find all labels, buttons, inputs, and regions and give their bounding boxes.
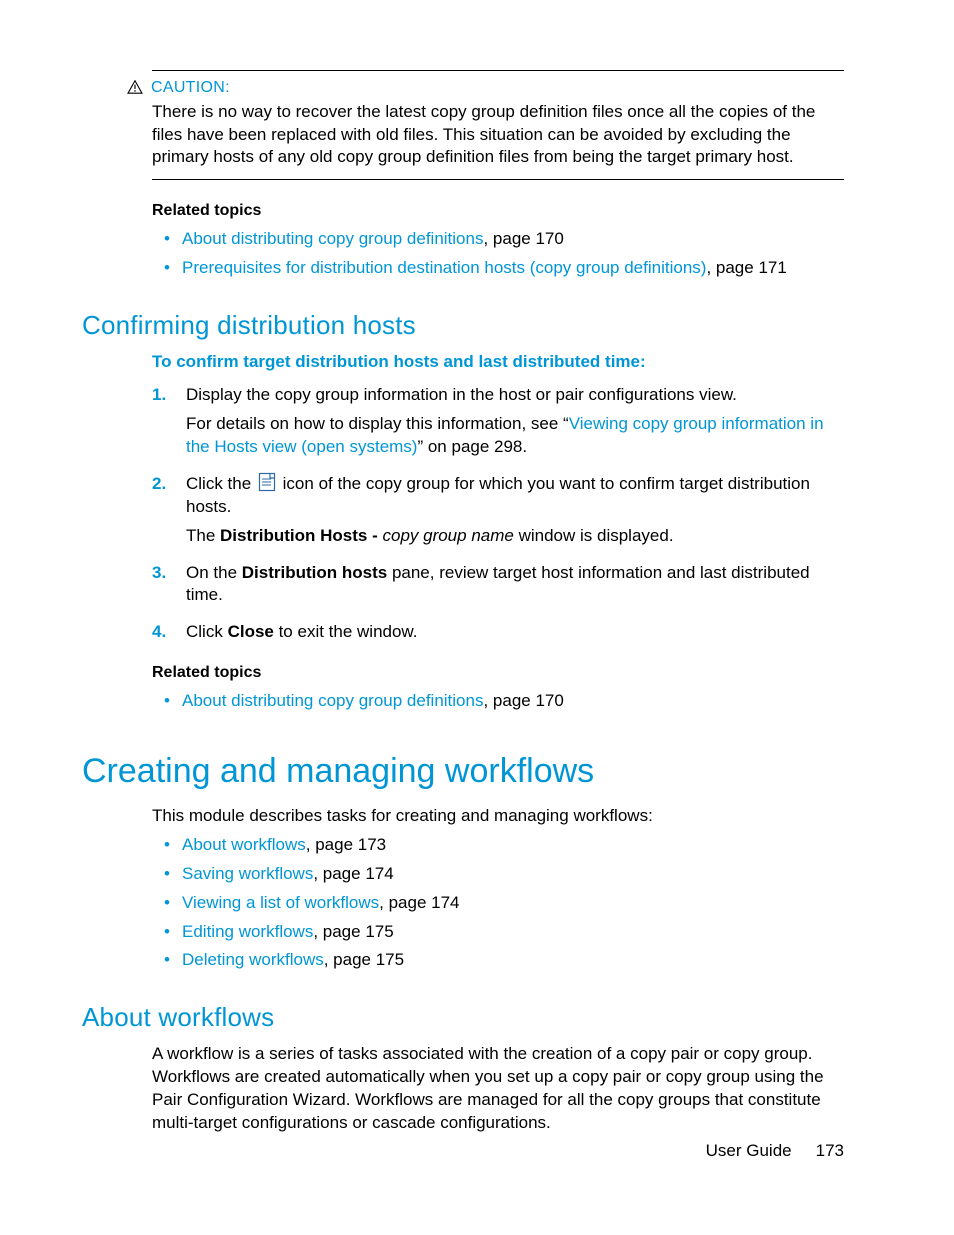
- link-about-workflows[interactable]: About workflows: [182, 835, 306, 854]
- section-intro: This module describes tasks for creating…: [152, 805, 844, 828]
- link-about-distributing[interactable]: About distributing copy group definition…: [182, 229, 483, 248]
- related-topics-heading: Related topics: [152, 200, 844, 222]
- step-text-bold: Distribution hosts: [242, 563, 387, 582]
- step-1: Display the copy group information in th…: [152, 384, 844, 459]
- step-text-bold: Distribution Hosts -: [220, 526, 382, 545]
- step-text: ” on page 298.: [417, 437, 527, 456]
- heading-about-workflows: About workflows: [82, 1000, 844, 1035]
- list-item: Editing workflows, page 175: [152, 921, 844, 944]
- step-text: On the: [186, 563, 242, 582]
- link-suffix: , page 173: [306, 835, 386, 854]
- paragraph: A workflow is a series of tasks associat…: [152, 1043, 844, 1135]
- link-suffix: , page 170: [483, 229, 563, 248]
- step-text-italic: copy group name: [382, 526, 513, 545]
- step-text: Click: [186, 622, 228, 641]
- procedure-subhead: To confirm target distribution hosts and…: [152, 351, 844, 374]
- step-3: On the Distribution hosts pane, review t…: [152, 562, 844, 608]
- step-text: Display the copy group information in th…: [186, 385, 737, 404]
- list-item: About distributing copy group definition…: [152, 690, 844, 713]
- caution-icon: [127, 80, 143, 94]
- caution-box: CAUTION: There is no way to recover the …: [152, 70, 844, 180]
- step-text: For details on how to display this infor…: [186, 414, 569, 433]
- link-suffix: , page 175: [324, 950, 404, 969]
- list-item: Prerequisites for distribution destinati…: [152, 257, 844, 280]
- footer-label: User Guide: [706, 1141, 792, 1160]
- link-editing-workflows[interactable]: Editing workflows: [182, 922, 313, 941]
- link-viewing-workflows[interactable]: Viewing a list of workflows: [182, 893, 379, 912]
- step-text: window is displayed.: [514, 526, 674, 545]
- list-item: Viewing a list of workflows, page 174: [152, 892, 844, 915]
- link-deleting-workflows[interactable]: Deleting workflows: [182, 950, 324, 969]
- step-4: Click Close to exit the window.: [152, 621, 844, 644]
- link-suffix: , page 175: [313, 922, 393, 941]
- document-icon: [258, 472, 276, 492]
- step-text: icon of the copy group for which you wan…: [186, 474, 810, 516]
- list-item: About distributing copy group definition…: [152, 228, 844, 251]
- link-prerequisites[interactable]: Prerequisites for distribution destinati…: [182, 258, 706, 277]
- step-text-bold: Close: [228, 622, 274, 641]
- link-saving-workflows[interactable]: Saving workflows: [182, 864, 313, 883]
- caution-text: There is no way to recover the latest co…: [152, 101, 844, 170]
- list-item: About workflows, page 173: [152, 834, 844, 857]
- procedure-steps: Display the copy group information in th…: [152, 384, 844, 644]
- link-suffix: , page 174: [379, 893, 459, 912]
- related-topics-list: About distributing copy group definition…: [152, 228, 844, 280]
- workflow-topics-list: About workflows, page 173 Saving workflo…: [152, 834, 844, 973]
- link-suffix: , page 170: [483, 691, 563, 710]
- step-text: The: [186, 526, 220, 545]
- page-footer: User Guide 173: [706, 1140, 844, 1163]
- heading-creating-managing-workflows: Creating and managing workflows: [82, 749, 844, 795]
- link-suffix: , page 174: [313, 864, 393, 883]
- link-about-distributing[interactable]: About distributing copy group definition…: [182, 691, 483, 710]
- link-suffix: , page 171: [706, 258, 786, 277]
- caution-label: CAUTION:: [151, 77, 230, 99]
- page-number: 173: [816, 1141, 844, 1160]
- heading-confirming-distribution-hosts: Confirming distribution hosts: [82, 308, 844, 343]
- step-2: Click the icon of the copy group for whi…: [152, 473, 844, 548]
- step-text: to exit the window.: [274, 622, 418, 641]
- related-topics-list: About distributing copy group definition…: [152, 690, 844, 713]
- list-item: Deleting workflows, page 175: [152, 949, 844, 972]
- related-topics-heading: Related topics: [152, 662, 844, 684]
- step-text: Click the: [186, 474, 256, 493]
- list-item: Saving workflows, page 174: [152, 863, 844, 886]
